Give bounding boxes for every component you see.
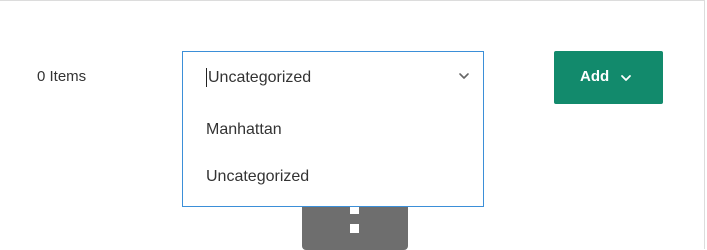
items-count-label: 0 Items (37, 68, 87, 85)
drag-handle-icon (350, 224, 359, 233)
category-select-value[interactable]: Uncategorized (208, 69, 311, 87)
text-caret (206, 68, 207, 87)
category-option-uncategorized[interactable]: Uncategorized (183, 157, 483, 197)
add-button-label: Add (580, 68, 610, 85)
drag-handle-icon (350, 207, 359, 214)
category-select-current[interactable]: Uncategorized (183, 52, 483, 104)
panel: 0 Items Uncategorized Manhattan Uncatego… (0, 0, 705, 250)
category-option-manhattan[interactable]: Manhattan (183, 110, 483, 150)
drag-handle[interactable] (302, 207, 408, 250)
chevron-down-icon (621, 75, 631, 81)
chevron-down-icon[interactable] (457, 69, 471, 83)
category-option-label: Manhattan (206, 121, 282, 138)
category-option-label: Uncategorized (206, 168, 310, 185)
add-button[interactable]: Add (554, 51, 663, 104)
category-select[interactable]: Uncategorized Manhattan Uncategorized (182, 51, 484, 207)
